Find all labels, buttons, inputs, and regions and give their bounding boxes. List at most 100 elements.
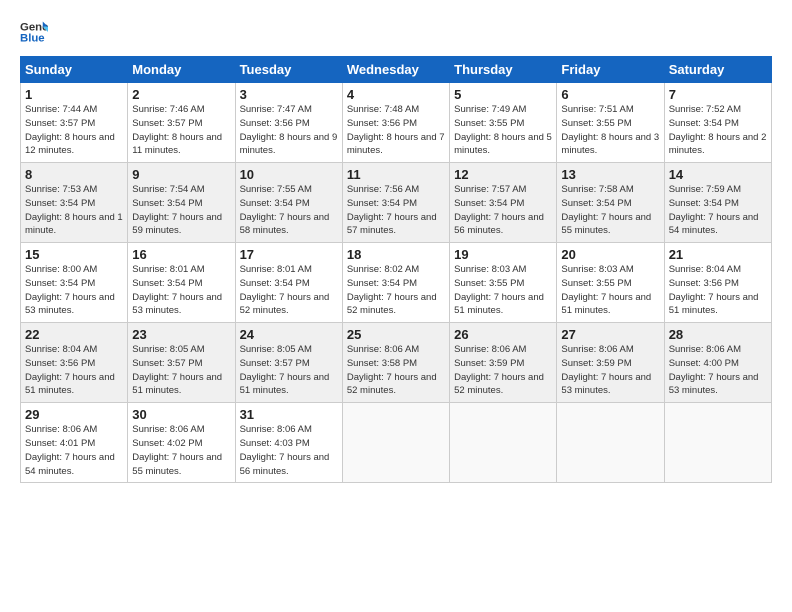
logo: General Blue	[20, 18, 48, 46]
day-cell	[664, 403, 771, 483]
col-header-monday: Monday	[128, 57, 235, 83]
day-info: Sunrise: 7:47 AMSunset: 3:56 PMDaylight:…	[240, 103, 338, 158]
page: General Blue SundayMondayTuesdayWednesda…	[0, 0, 792, 495]
day-number: 26	[454, 327, 552, 342]
day-cell: 6Sunrise: 7:51 AMSunset: 3:55 PMDaylight…	[557, 83, 664, 163]
day-number: 8	[25, 167, 123, 182]
day-info: Sunrise: 8:03 AMSunset: 3:55 PMDaylight:…	[454, 263, 552, 318]
day-info: Sunrise: 8:06 AMSunset: 4:01 PMDaylight:…	[25, 423, 123, 478]
day-number: 20	[561, 247, 659, 262]
day-cell: 18Sunrise: 8:02 AMSunset: 3:54 PMDayligh…	[342, 243, 449, 323]
day-cell: 23Sunrise: 8:05 AMSunset: 3:57 PMDayligh…	[128, 323, 235, 403]
day-cell: 27Sunrise: 8:06 AMSunset: 3:59 PMDayligh…	[557, 323, 664, 403]
header-row: SundayMondayTuesdayWednesdayThursdayFrid…	[21, 57, 772, 83]
day-cell: 21Sunrise: 8:04 AMSunset: 3:56 PMDayligh…	[664, 243, 771, 323]
day-number: 17	[240, 247, 338, 262]
week-row-2: 8Sunrise: 7:53 AMSunset: 3:54 PMDaylight…	[21, 163, 772, 243]
day-number: 1	[25, 87, 123, 102]
day-info: Sunrise: 7:56 AMSunset: 3:54 PMDaylight:…	[347, 183, 445, 238]
day-number: 10	[240, 167, 338, 182]
col-header-friday: Friday	[557, 57, 664, 83]
day-number: 29	[25, 407, 123, 422]
day-number: 16	[132, 247, 230, 262]
day-cell	[450, 403, 557, 483]
header: General Blue	[20, 18, 772, 46]
day-info: Sunrise: 7:58 AMSunset: 3:54 PMDaylight:…	[561, 183, 659, 238]
day-number: 31	[240, 407, 338, 422]
day-cell: 8Sunrise: 7:53 AMSunset: 3:54 PMDaylight…	[21, 163, 128, 243]
day-info: Sunrise: 8:06 AMSunset: 3:59 PMDaylight:…	[561, 343, 659, 398]
day-number: 19	[454, 247, 552, 262]
day-cell	[557, 403, 664, 483]
day-info: Sunrise: 8:01 AMSunset: 3:54 PMDaylight:…	[132, 263, 230, 318]
day-cell: 26Sunrise: 8:06 AMSunset: 3:59 PMDayligh…	[450, 323, 557, 403]
col-header-thursday: Thursday	[450, 57, 557, 83]
col-header-tuesday: Tuesday	[235, 57, 342, 83]
day-info: Sunrise: 7:49 AMSunset: 3:55 PMDaylight:…	[454, 103, 552, 158]
day-cell: 4Sunrise: 7:48 AMSunset: 3:56 PMDaylight…	[342, 83, 449, 163]
svg-text:Blue: Blue	[20, 33, 45, 45]
day-number: 3	[240, 87, 338, 102]
day-number: 25	[347, 327, 445, 342]
day-cell: 12Sunrise: 7:57 AMSunset: 3:54 PMDayligh…	[450, 163, 557, 243]
day-info: Sunrise: 8:04 AMSunset: 3:56 PMDaylight:…	[669, 263, 767, 318]
day-cell: 14Sunrise: 7:59 AMSunset: 3:54 PMDayligh…	[664, 163, 771, 243]
day-cell: 17Sunrise: 8:01 AMSunset: 3:54 PMDayligh…	[235, 243, 342, 323]
day-info: Sunrise: 8:06 AMSunset: 3:58 PMDaylight:…	[347, 343, 445, 398]
day-cell: 13Sunrise: 7:58 AMSunset: 3:54 PMDayligh…	[557, 163, 664, 243]
day-cell: 16Sunrise: 8:01 AMSunset: 3:54 PMDayligh…	[128, 243, 235, 323]
day-number: 11	[347, 167, 445, 182]
day-info: Sunrise: 8:06 AMSunset: 4:00 PMDaylight:…	[669, 343, 767, 398]
day-info: Sunrise: 8:05 AMSunset: 3:57 PMDaylight:…	[132, 343, 230, 398]
day-info: Sunrise: 8:04 AMSunset: 3:56 PMDaylight:…	[25, 343, 123, 398]
day-info: Sunrise: 7:44 AMSunset: 3:57 PMDaylight:…	[25, 103, 123, 158]
day-number: 13	[561, 167, 659, 182]
day-cell	[342, 403, 449, 483]
week-row-5: 29Sunrise: 8:06 AMSunset: 4:01 PMDayligh…	[21, 403, 772, 483]
day-number: 23	[132, 327, 230, 342]
day-cell: 19Sunrise: 8:03 AMSunset: 3:55 PMDayligh…	[450, 243, 557, 323]
day-cell: 30Sunrise: 8:06 AMSunset: 4:02 PMDayligh…	[128, 403, 235, 483]
day-cell: 25Sunrise: 8:06 AMSunset: 3:58 PMDayligh…	[342, 323, 449, 403]
col-header-sunday: Sunday	[21, 57, 128, 83]
col-header-wednesday: Wednesday	[342, 57, 449, 83]
day-number: 28	[669, 327, 767, 342]
day-info: Sunrise: 7:54 AMSunset: 3:54 PMDaylight:…	[132, 183, 230, 238]
day-cell: 24Sunrise: 8:05 AMSunset: 3:57 PMDayligh…	[235, 323, 342, 403]
week-row-1: 1Sunrise: 7:44 AMSunset: 3:57 PMDaylight…	[21, 83, 772, 163]
day-number: 22	[25, 327, 123, 342]
day-cell: 1Sunrise: 7:44 AMSunset: 3:57 PMDaylight…	[21, 83, 128, 163]
day-cell: 20Sunrise: 8:03 AMSunset: 3:55 PMDayligh…	[557, 243, 664, 323]
day-number: 2	[132, 87, 230, 102]
day-number: 15	[25, 247, 123, 262]
week-row-3: 15Sunrise: 8:00 AMSunset: 3:54 PMDayligh…	[21, 243, 772, 323]
day-number: 7	[669, 87, 767, 102]
col-header-saturday: Saturday	[664, 57, 771, 83]
day-cell: 10Sunrise: 7:55 AMSunset: 3:54 PMDayligh…	[235, 163, 342, 243]
day-number: 18	[347, 247, 445, 262]
day-cell: 31Sunrise: 8:06 AMSunset: 4:03 PMDayligh…	[235, 403, 342, 483]
day-info: Sunrise: 8:03 AMSunset: 3:55 PMDaylight:…	[561, 263, 659, 318]
day-info: Sunrise: 7:53 AMSunset: 3:54 PMDaylight:…	[25, 183, 123, 238]
calendar-table: SundayMondayTuesdayWednesdayThursdayFrid…	[20, 56, 772, 483]
day-info: Sunrise: 8:06 AMSunset: 4:02 PMDaylight:…	[132, 423, 230, 478]
day-info: Sunrise: 8:06 AMSunset: 3:59 PMDaylight:…	[454, 343, 552, 398]
day-cell: 22Sunrise: 8:04 AMSunset: 3:56 PMDayligh…	[21, 323, 128, 403]
day-cell: 3Sunrise: 7:47 AMSunset: 3:56 PMDaylight…	[235, 83, 342, 163]
day-cell: 28Sunrise: 8:06 AMSunset: 4:00 PMDayligh…	[664, 323, 771, 403]
day-cell: 9Sunrise: 7:54 AMSunset: 3:54 PMDaylight…	[128, 163, 235, 243]
day-info: Sunrise: 8:05 AMSunset: 3:57 PMDaylight:…	[240, 343, 338, 398]
day-cell: 15Sunrise: 8:00 AMSunset: 3:54 PMDayligh…	[21, 243, 128, 323]
day-info: Sunrise: 7:48 AMSunset: 3:56 PMDaylight:…	[347, 103, 445, 158]
day-number: 5	[454, 87, 552, 102]
day-cell: 7Sunrise: 7:52 AMSunset: 3:54 PMDaylight…	[664, 83, 771, 163]
day-number: 24	[240, 327, 338, 342]
day-number: 14	[669, 167, 767, 182]
day-number: 27	[561, 327, 659, 342]
day-cell: 5Sunrise: 7:49 AMSunset: 3:55 PMDaylight…	[450, 83, 557, 163]
day-cell: 11Sunrise: 7:56 AMSunset: 3:54 PMDayligh…	[342, 163, 449, 243]
day-info: Sunrise: 7:46 AMSunset: 3:57 PMDaylight:…	[132, 103, 230, 158]
day-cell: 2Sunrise: 7:46 AMSunset: 3:57 PMDaylight…	[128, 83, 235, 163]
day-info: Sunrise: 7:51 AMSunset: 3:55 PMDaylight:…	[561, 103, 659, 158]
week-row-4: 22Sunrise: 8:04 AMSunset: 3:56 PMDayligh…	[21, 323, 772, 403]
